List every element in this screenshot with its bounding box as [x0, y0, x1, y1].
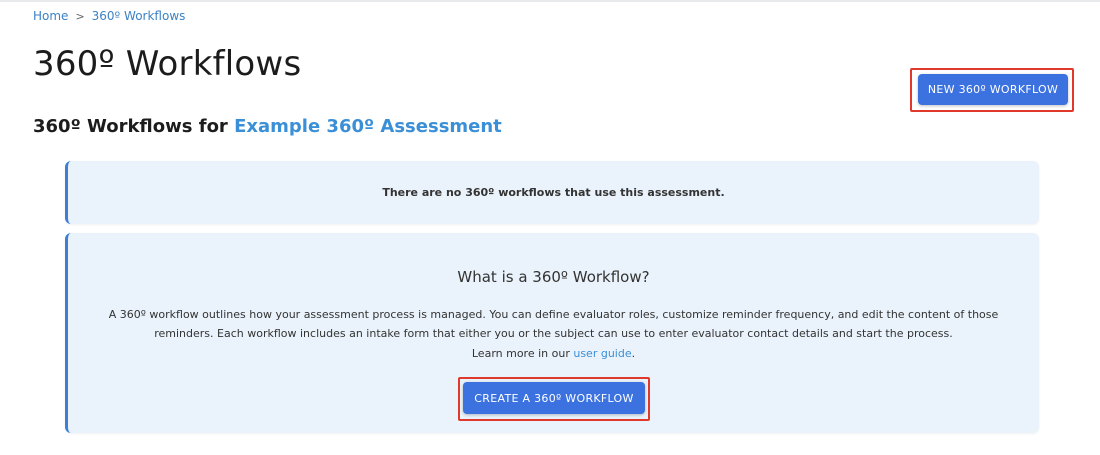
new-workflow-button[interactable]: NEW 360º WORKFLOW — [918, 74, 1068, 105]
assessment-link[interactable]: Example 360º Assessment — [234, 116, 502, 137]
create-workflow-button[interactable]: CREATE A 360º WORKFLOW — [463, 382, 645, 414]
info-body: A 360º workflow outlines how your assess… — [108, 308, 999, 340]
learn-more-suffix: . — [631, 347, 636, 360]
info-title: What is a 360º Workflow? — [457, 268, 650, 286]
empty-state-message: There are no 360º workflows that use thi… — [382, 186, 725, 199]
page-title: 360º Workflows — [33, 44, 302, 84]
subtitle-prefix: 360º Workflows for — [33, 116, 235, 137]
empty-state-card: There are no 360º workflows that use thi… — [65, 161, 1039, 224]
page-subtitle: 360º Workflows for Example 360º Assessme… — [33, 116, 502, 137]
top-divider — [0, 0, 1100, 2]
user-guide-link[interactable]: user guide — [573, 347, 631, 360]
breadcrumb-current-link[interactable]: 360º Workflows — [92, 9, 186, 23]
learn-more-prefix: Learn more in our — [471, 347, 574, 360]
breadcrumb-home-link[interactable]: Home — [33, 9, 68, 23]
breadcrumb: Home > 360º Workflows — [33, 9, 185, 23]
breadcrumb-separator: > — [75, 9, 85, 23]
learn-more-text: Learn more in our user guide. — [68, 347, 1039, 360]
